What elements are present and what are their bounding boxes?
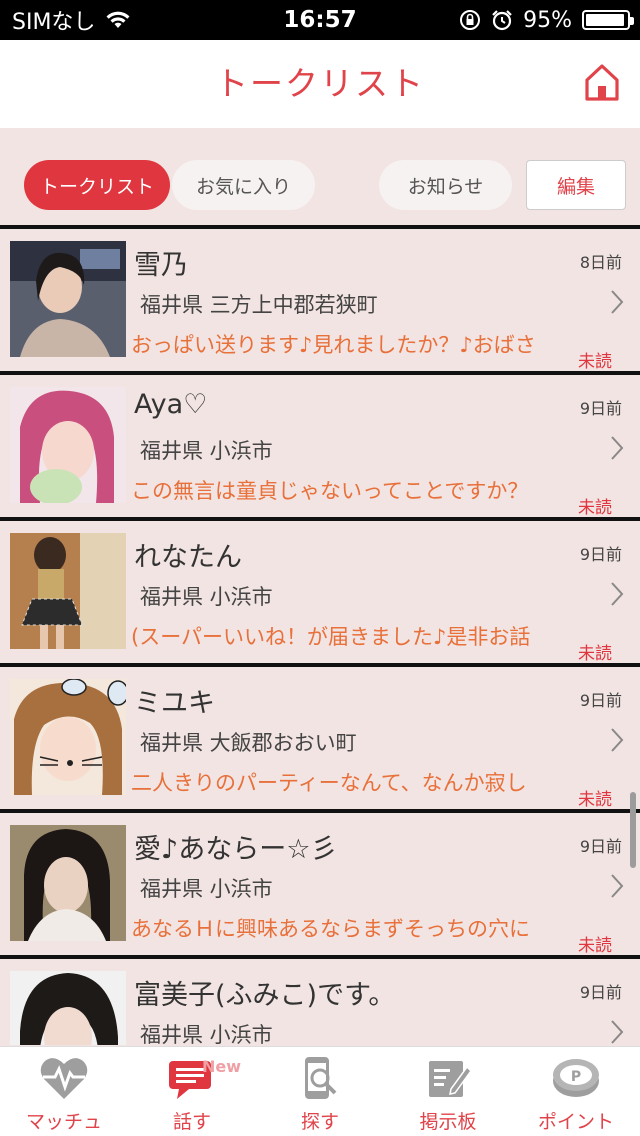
tab-notices[interactable]: お知らせ [379,160,512,210]
status-bar: SIMなし 16:57 95% [0,0,640,40]
header: トークリスト [0,40,640,128]
list-item[interactable]: ミユキ 9日前 福井県 大飯郡おおい町 二人きりのパーティーなんて、なんか寂し … [0,663,640,810]
avatar [10,825,126,941]
timestamp: 9日前 [579,837,622,856]
nav-talk[interactable]: New 話す [128,1047,256,1136]
list-item[interactable]: 富美子(ふみこ)です。 9日前 福井県 小浜市 [0,955,640,1045]
battery-fill [586,14,624,26]
contact-name: 富美子(ふみこ)です。 [134,980,396,1011]
tab-favorites[interactable]: お気に入り [172,160,315,210]
nav-label: マッチュ [25,1111,102,1133]
alarm-icon [492,10,512,31]
message-preview: あなるＨに興味あるならまずそっちの穴に [131,917,530,941]
heartbeat-icon [40,1058,88,1099]
message-preview: おっぱい送ります♪見れましたか？♪おばさ [131,333,536,357]
list-item[interactable]: Aya♡ 9日前 福井県 小浜市 この無言は童貞じゃないってことですか？ 未読 [0,371,640,518]
battery-icon [582,10,634,30]
contact-name: Aya♡ [134,389,208,420]
timestamp: 9日前 [579,983,622,1002]
message-preview: 二人きりのパーティーなんて、なんか寂し [131,771,527,795]
timestamp: 9日前 [579,691,622,710]
contact-name: 雪乃 [134,250,188,281]
chevron-right-icon [611,436,624,460]
status-right: 95% [459,0,634,40]
svg-text:P: P [571,1069,581,1085]
chevron-right-icon [611,728,624,752]
list-item[interactable]: れなたん 9日前 福井県 小浜市 (スーパーいいね！が届きました♪是非お話 未読 [0,517,640,664]
battery-percent: 95% [523,7,572,33]
nav-label: ポイント [537,1111,614,1133]
nav-label: 探す [300,1111,339,1133]
scrollbar[interactable] [630,792,636,868]
chevron-right-icon [611,1020,624,1044]
contact-name: れなたん [134,542,242,573]
chevron-right-icon [611,874,624,898]
contact-name: 愛♪あならー☆彡 [134,834,338,865]
battery-cap [630,17,634,25]
timestamp: 8日前 [579,253,622,272]
nav-points[interactable]: P ポイント [512,1047,640,1136]
avatar [10,679,126,795]
talk-list: 雪乃 8日前 福井県 三方上中郡若狭町 おっぱい送ります♪見れましたか？♪おばさ… [0,225,640,1045]
unread-badge: 未読 [578,790,612,810]
avatar [10,971,126,1045]
timestamp: 9日前 [579,399,622,418]
new-badge: New [202,1057,242,1076]
list-item[interactable]: 雪乃 8日前 福井県 三方上中郡若狭町 おっぱい送ります♪見れましたか？♪おばさ… [0,225,640,372]
nav-label: 話す [172,1111,211,1133]
location: 福井県 小浜市 [140,439,273,463]
page-title: トークリスト [215,64,425,103]
avatar [10,387,126,503]
nav-match[interactable]: マッチュ [0,1047,128,1136]
tab-talk-list[interactable]: トークリスト [24,160,170,210]
phone-search-icon [305,1057,337,1099]
location: 福井県 大飯郡おおい町 [140,731,357,755]
location: 福井県 小浜市 [140,1023,273,1045]
avatar [10,241,126,357]
chevron-right-icon [611,290,624,314]
home-icon[interactable] [584,62,620,102]
unread-badge: 未読 [578,936,612,956]
edit-button[interactable]: 編集 [526,160,626,210]
message-preview: (スーパーいいね！が届きました♪是非お話 [131,625,531,649]
rotation-lock-icon [460,10,481,30]
nav-label: 掲示板 [419,1111,477,1133]
location: 福井県 小浜市 [140,585,273,609]
message-preview: この無言は童貞じゃないってことですか？ [131,479,529,503]
unread-badge: 未読 [578,498,612,518]
location: 福井県 小浜市 [140,877,273,901]
board-edit-icon [429,1061,472,1097]
contact-name: ミユキ [134,688,215,719]
timestamp: 9日前 [579,545,622,564]
nav-search[interactable]: 探す [256,1047,384,1136]
unread-badge: 未読 [578,644,612,664]
list-item[interactable]: 愛♪あならー☆彡 9日前 福井県 小浜市 あなるＨに興味あるならまずそっちの穴に… [0,809,640,956]
nav-board[interactable]: 掲示板 [384,1047,512,1136]
unread-badge: 未読 [578,352,612,372]
tab-bar: トークリスト お気に入り お知らせ 編集 [0,128,640,226]
bottom-nav: マッチュ New 話す 探す 掲示板 P ポイント [0,1046,640,1136]
point-coin-icon: P [553,1059,599,1097]
location: 福井県 三方上中郡若狭町 [140,293,378,317]
avatar [10,533,126,649]
chevron-right-icon [611,582,624,606]
